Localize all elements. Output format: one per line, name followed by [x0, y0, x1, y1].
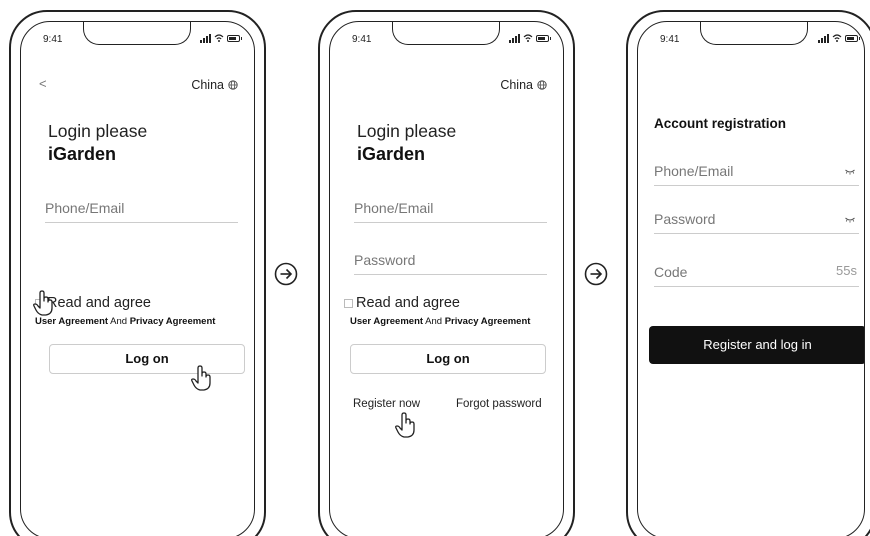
status-time: 9:41 [660, 34, 680, 45]
and-text: And [425, 316, 443, 327]
login-heading: Login please [357, 121, 457, 141]
wifi-icon [523, 34, 533, 42]
phone-frame-login-register: 9:41 China Login please iGarden Phone/Em… [318, 10, 575, 536]
region-selector[interactable]: China [500, 78, 547, 92]
password-field[interactable]: Password [654, 208, 859, 234]
forgot-password-link[interactable]: Forgot password [456, 398, 542, 410]
user-agreement-link[interactable]: User Agreement [35, 316, 108, 327]
code-field[interactable]: Code 55s [654, 261, 859, 287]
registration-screen: 9:41 Account registration Phone/Email Pa… [637, 21, 865, 536]
status-icons [818, 33, 860, 43]
and-text: And [110, 316, 128, 327]
globe-icon [537, 80, 547, 90]
agree-label: Read and agree [47, 295, 151, 311]
status-icons [200, 33, 242, 43]
privacy-agreement-link[interactable]: Privacy Agreement [130, 316, 216, 327]
status-time: 9:41 [43, 34, 63, 45]
agree-label: Read and agree [356, 295, 460, 311]
region-label: China [500, 78, 533, 92]
hand-pointer-icon [33, 290, 53, 316]
back-button[interactable]: < [39, 76, 47, 91]
register-now-link[interactable]: Register now [353, 398, 420, 410]
globe-icon [228, 80, 238, 90]
terms-line: User Agreement And Privacy Agreement [350, 316, 530, 327]
battery-icon [227, 34, 242, 42]
privacy-agreement-link[interactable]: Privacy Agreement [445, 316, 531, 327]
app-name: iGarden [357, 144, 426, 164]
registration-heading: Account registration [654, 116, 787, 131]
login-heading: Login please [48, 121, 148, 141]
password-placeholder: Password [654, 211, 716, 227]
hand-pointer-icon [395, 412, 415, 438]
region-label: China [191, 78, 224, 92]
phone-notch [700, 22, 808, 45]
hand-pointer-icon [191, 365, 211, 391]
user-agreement-link[interactable]: User Agreement [350, 316, 423, 327]
wifi-icon [214, 34, 224, 42]
log-on-button[interactable]: Log on [49, 344, 245, 374]
password-placeholder: Password [354, 252, 416, 268]
signal-icon [200, 33, 211, 43]
status-time: 9:41 [352, 34, 372, 45]
terms-line: User Agreement And Privacy Agreement [35, 316, 215, 327]
status-icons [509, 33, 551, 43]
phone-email-placeholder: Phone/Email [45, 200, 125, 216]
agree-checkbox-row[interactable]: Read and agree [344, 295, 460, 311]
phone-frame-registration: 9:41 Account registration Phone/Email Pa… [626, 10, 870, 536]
phone-frame-login: 9:41 < China Login please iGarden Phone/… [9, 10, 266, 536]
code-countdown[interactable]: 55s [836, 263, 857, 278]
phone-email-placeholder: Phone/Email [654, 163, 734, 179]
phone-notch [392, 22, 500, 45]
phone-notch [83, 22, 191, 45]
phone-email-field[interactable]: Phone/Email [354, 197, 547, 223]
arrow-right-circle-icon [274, 262, 298, 286]
code-placeholder: Code [654, 264, 688, 280]
signal-icon [509, 33, 520, 43]
wifi-icon [832, 34, 842, 42]
battery-icon [536, 34, 551, 42]
arrow-right-circle-icon [584, 262, 608, 286]
phone-email-placeholder: Phone/Email [354, 200, 434, 216]
login-screen: 9:41 < China Login please iGarden Phone/… [20, 21, 255, 536]
region-selector[interactable]: China [191, 78, 238, 92]
eye-closed-icon[interactable] [845, 217, 855, 223]
eye-closed-icon[interactable] [845, 169, 855, 175]
log-on-button[interactable]: Log on [350, 344, 546, 374]
phone-email-field[interactable]: Phone/Email [654, 160, 859, 186]
login-register-screen: 9:41 China Login please iGarden Phone/Em… [329, 21, 564, 536]
register-and-login-button[interactable]: Register and log in [649, 326, 864, 364]
signal-icon [818, 33, 829, 43]
phone-email-field[interactable]: Phone/Email [45, 197, 238, 223]
app-name: iGarden [48, 144, 117, 164]
agree-checkbox[interactable] [344, 298, 353, 308]
battery-icon [845, 34, 860, 42]
password-field[interactable]: Password [354, 249, 547, 275]
